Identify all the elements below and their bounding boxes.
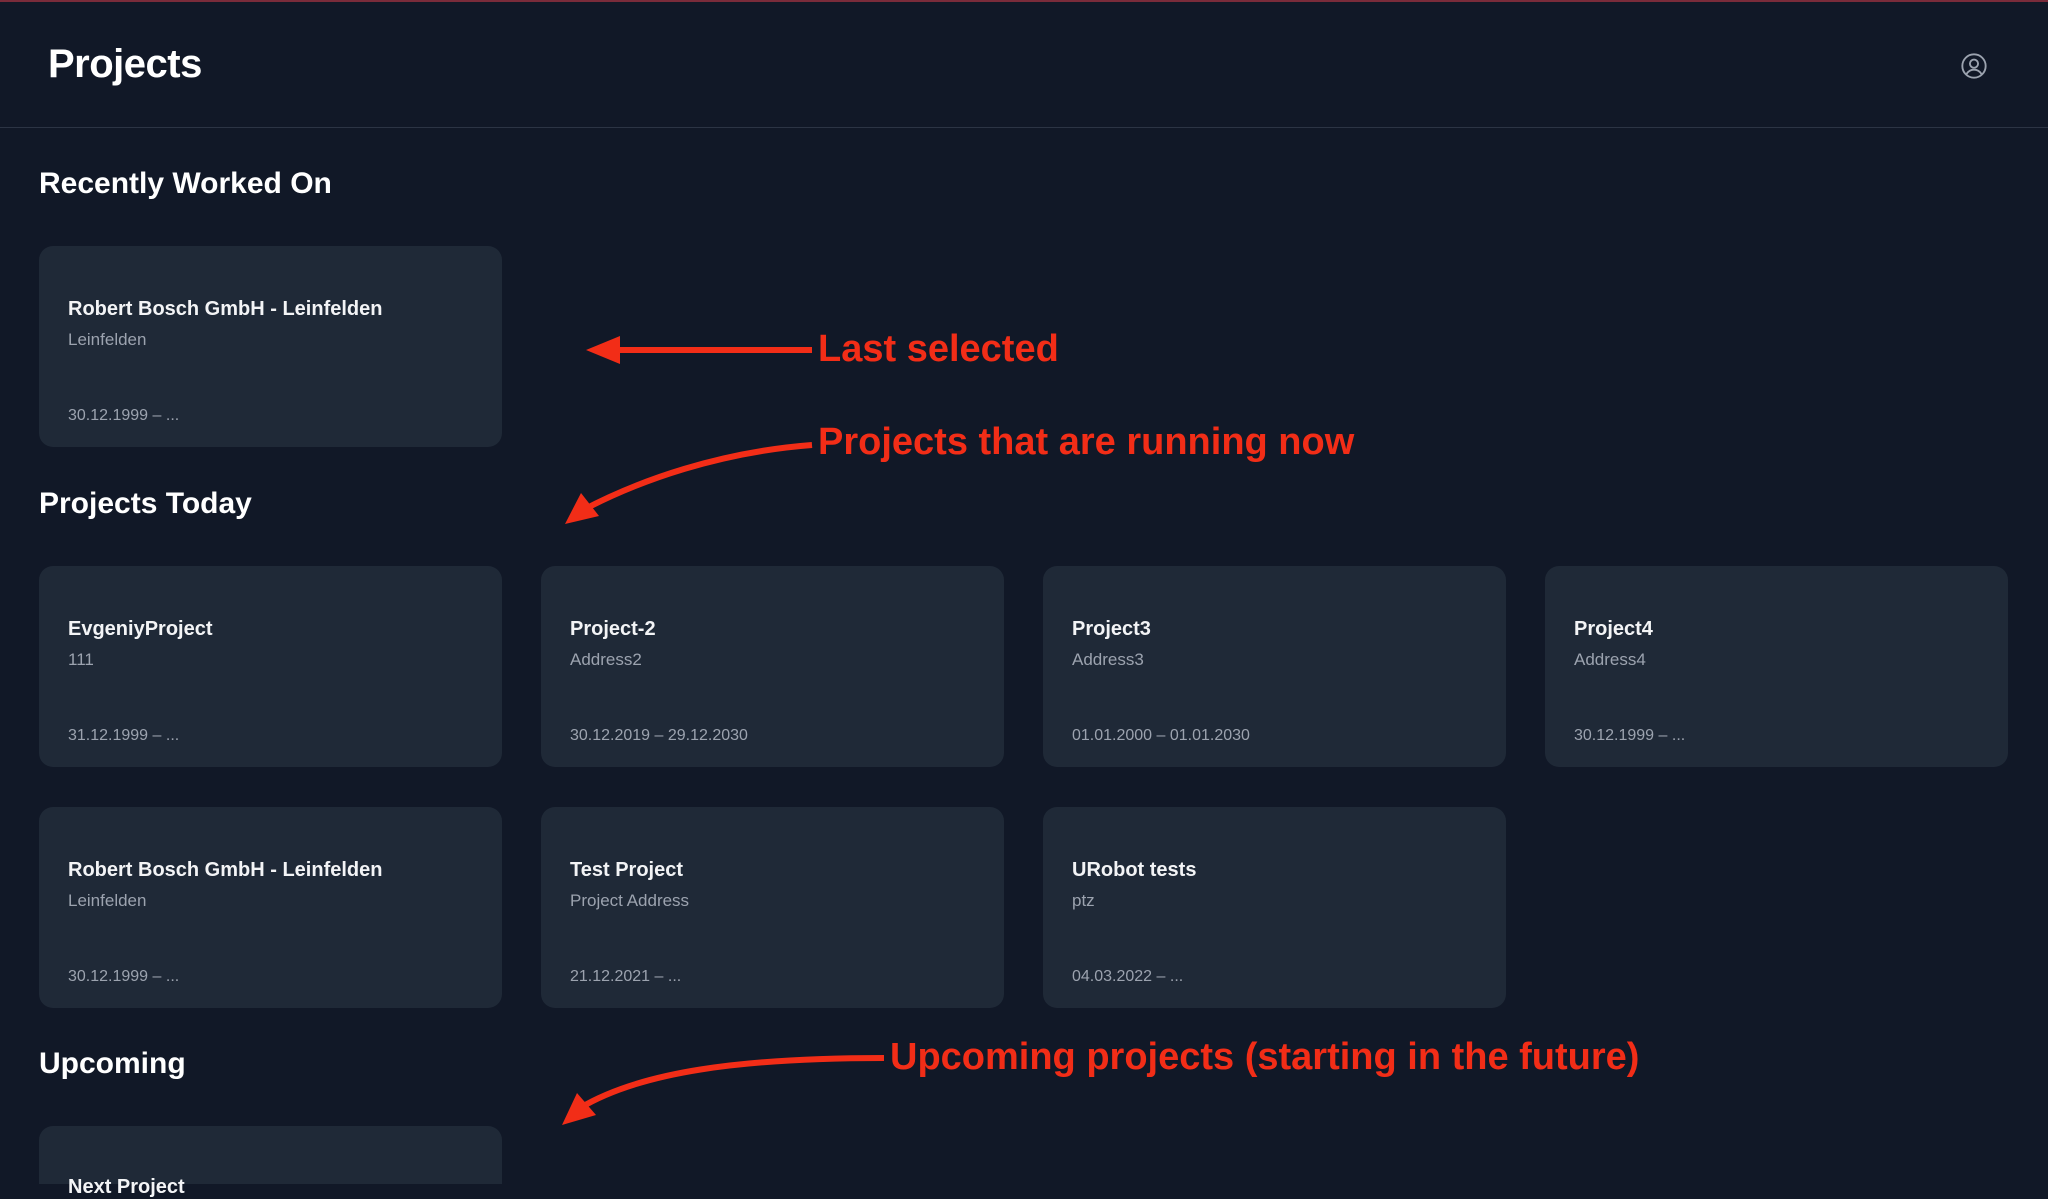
project-card[interactable]: Test Project Project Address 21.12.2021 … xyxy=(541,807,1004,1008)
project-name: Project4 xyxy=(1574,618,1653,640)
project-dates: 30.12.2019 – 29.12.2030 xyxy=(570,727,748,744)
project-dates: 30.12.1999 – ... xyxy=(1574,727,1686,744)
project-name: URobot tests xyxy=(1072,859,1197,881)
project-card[interactable]: Project3 Address3 01.01.2000 – 01.01.203… xyxy=(1043,566,1506,767)
project-card[interactable]: Robert Bosch GmbH - Leinfelden Leinfelde… xyxy=(39,246,502,447)
section-title-upcoming: Upcoming xyxy=(39,1047,186,1080)
project-address: ptz xyxy=(1072,891,1095,910)
project-card[interactable]: Next Project xyxy=(39,1126,502,1198)
section-title-recent: Recently Worked On xyxy=(39,167,332,200)
project-address: Address3 xyxy=(1072,650,1144,669)
project-dates: 04.03.2022 – ... xyxy=(1072,968,1184,985)
project-dates: 21.12.2021 – ... xyxy=(570,968,682,985)
annotation-last-selected: Last selected xyxy=(818,328,1059,370)
annotation-running-now: Projects that are running now xyxy=(818,421,1355,463)
section-title-today: Projects Today xyxy=(39,487,252,520)
project-address: Project Address xyxy=(570,891,690,910)
project-dates: 30.12.1999 – ... xyxy=(68,968,180,985)
project-name: Robert Bosch GmbH - Leinfelden xyxy=(68,859,383,881)
project-name: Test Project xyxy=(570,859,683,881)
project-address: Leinfelden xyxy=(68,891,147,910)
project-name: EvgeniyProject xyxy=(68,618,213,640)
project-card[interactable]: Robert Bosch GmbH - Leinfelden Leinfelde… xyxy=(39,807,502,1008)
project-address: Leinfelden xyxy=(68,330,147,349)
project-address: 111 xyxy=(68,650,94,669)
arrow-upcoming xyxy=(562,1055,885,1125)
project-dates: 01.01.2000 – 01.01.2030 xyxy=(1072,727,1250,744)
project-card[interactable]: EvgeniyProject 111 31.12.1999 – ... xyxy=(39,566,502,767)
arrow-last-selected xyxy=(586,336,812,364)
profile-button[interactable] xyxy=(1960,52,1988,80)
annotation-upcoming: Upcoming projects (starting in the futur… xyxy=(890,1036,1640,1078)
project-name: Project3 xyxy=(1072,618,1151,640)
arrow-running-now xyxy=(565,442,813,524)
project-card[interactable]: URobot tests ptz 04.03.2022 – ... xyxy=(1043,807,1506,1008)
page-title: Projects xyxy=(48,42,202,86)
project-address: Address4 xyxy=(1574,650,1646,669)
project-name: Project-2 xyxy=(570,618,656,640)
user-circle-icon xyxy=(1961,53,1987,79)
project-card[interactable]: Project-2 Address2 30.12.2019 – 29.12.20… xyxy=(541,566,1004,767)
project-name: Next Project xyxy=(68,1176,185,1198)
project-name: Robert Bosch GmbH - Leinfelden xyxy=(68,298,383,320)
app-header: Projects xyxy=(0,2,2048,128)
project-dates: 30.12.1999 – ... xyxy=(68,407,180,424)
project-card[interactable]: Project4 Address4 30.12.1999 – ... xyxy=(1545,566,2008,767)
project-address: Address2 xyxy=(570,650,642,669)
project-dates: 31.12.1999 – ... xyxy=(68,727,180,744)
